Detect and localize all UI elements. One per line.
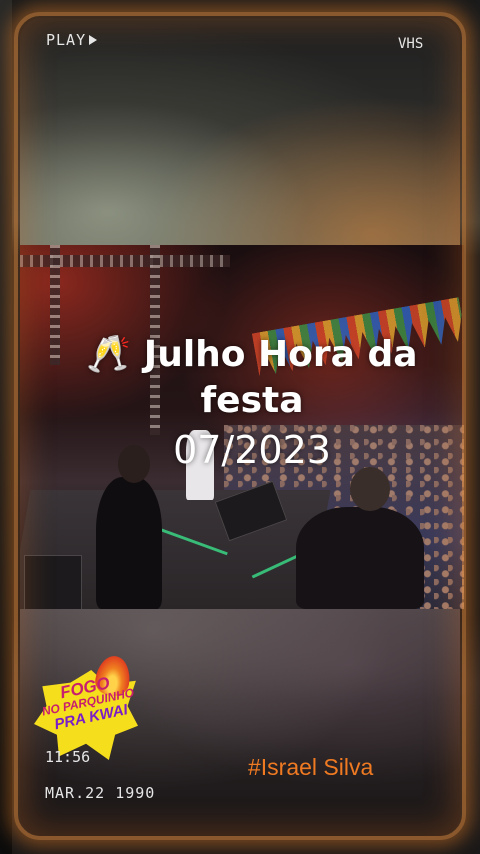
play-triangle-icon <box>89 35 98 45</box>
video-screen[interactable]: 🥂 Julho Hora da festa 07/2023 PLAY VHS F… <box>0 0 480 854</box>
fogo-no-parquinho-sticker: FOGO NO PARQUINHO PRA KWAI <box>34 653 140 760</box>
vhs-format-label: VHS <box>398 36 424 52</box>
vhs-play-indicator: PLAY <box>46 31 98 49</box>
left-edge-strip <box>0 0 12 854</box>
vhs-date: MAR.22 1990 <box>45 784 156 802</box>
vhs-time: 11:56 <box>45 748 91 766</box>
play-label: PLAY <box>46 31 87 49</box>
hashtag-label[interactable]: #Israel Silva <box>248 754 373 781</box>
